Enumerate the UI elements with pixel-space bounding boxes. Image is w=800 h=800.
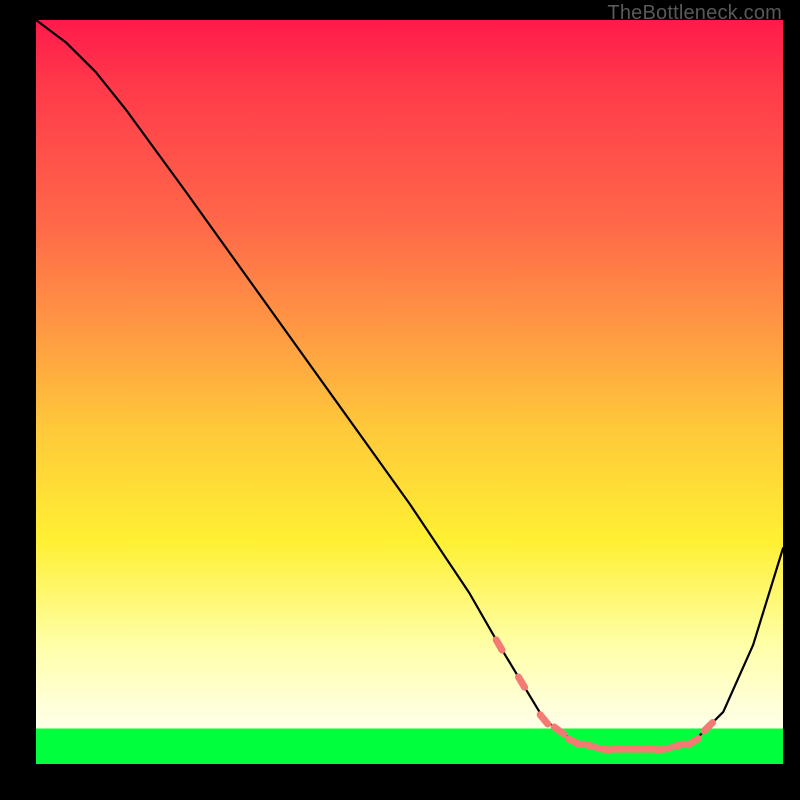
curve-layer bbox=[36, 20, 783, 764]
valley-marker bbox=[540, 715, 548, 724]
valley-marker bbox=[554, 727, 564, 734]
valley-marker bbox=[658, 748, 670, 749]
valley-marker bbox=[568, 739, 579, 744]
valley-marker bbox=[583, 744, 595, 747]
valley-marker bbox=[518, 677, 524, 687]
valley-marker bbox=[704, 723, 713, 731]
chart-frame: TheBottleneck.com bbox=[0, 0, 800, 800]
plot-area bbox=[36, 20, 783, 764]
valley-marker bbox=[598, 748, 610, 749]
valley-marker bbox=[688, 739, 698, 745]
valley-marker bbox=[673, 744, 685, 747]
watermark-text: TheBottleneck.com bbox=[607, 2, 782, 25]
bottleneck-curve bbox=[36, 20, 783, 749]
valley-marker bbox=[496, 640, 502, 650]
